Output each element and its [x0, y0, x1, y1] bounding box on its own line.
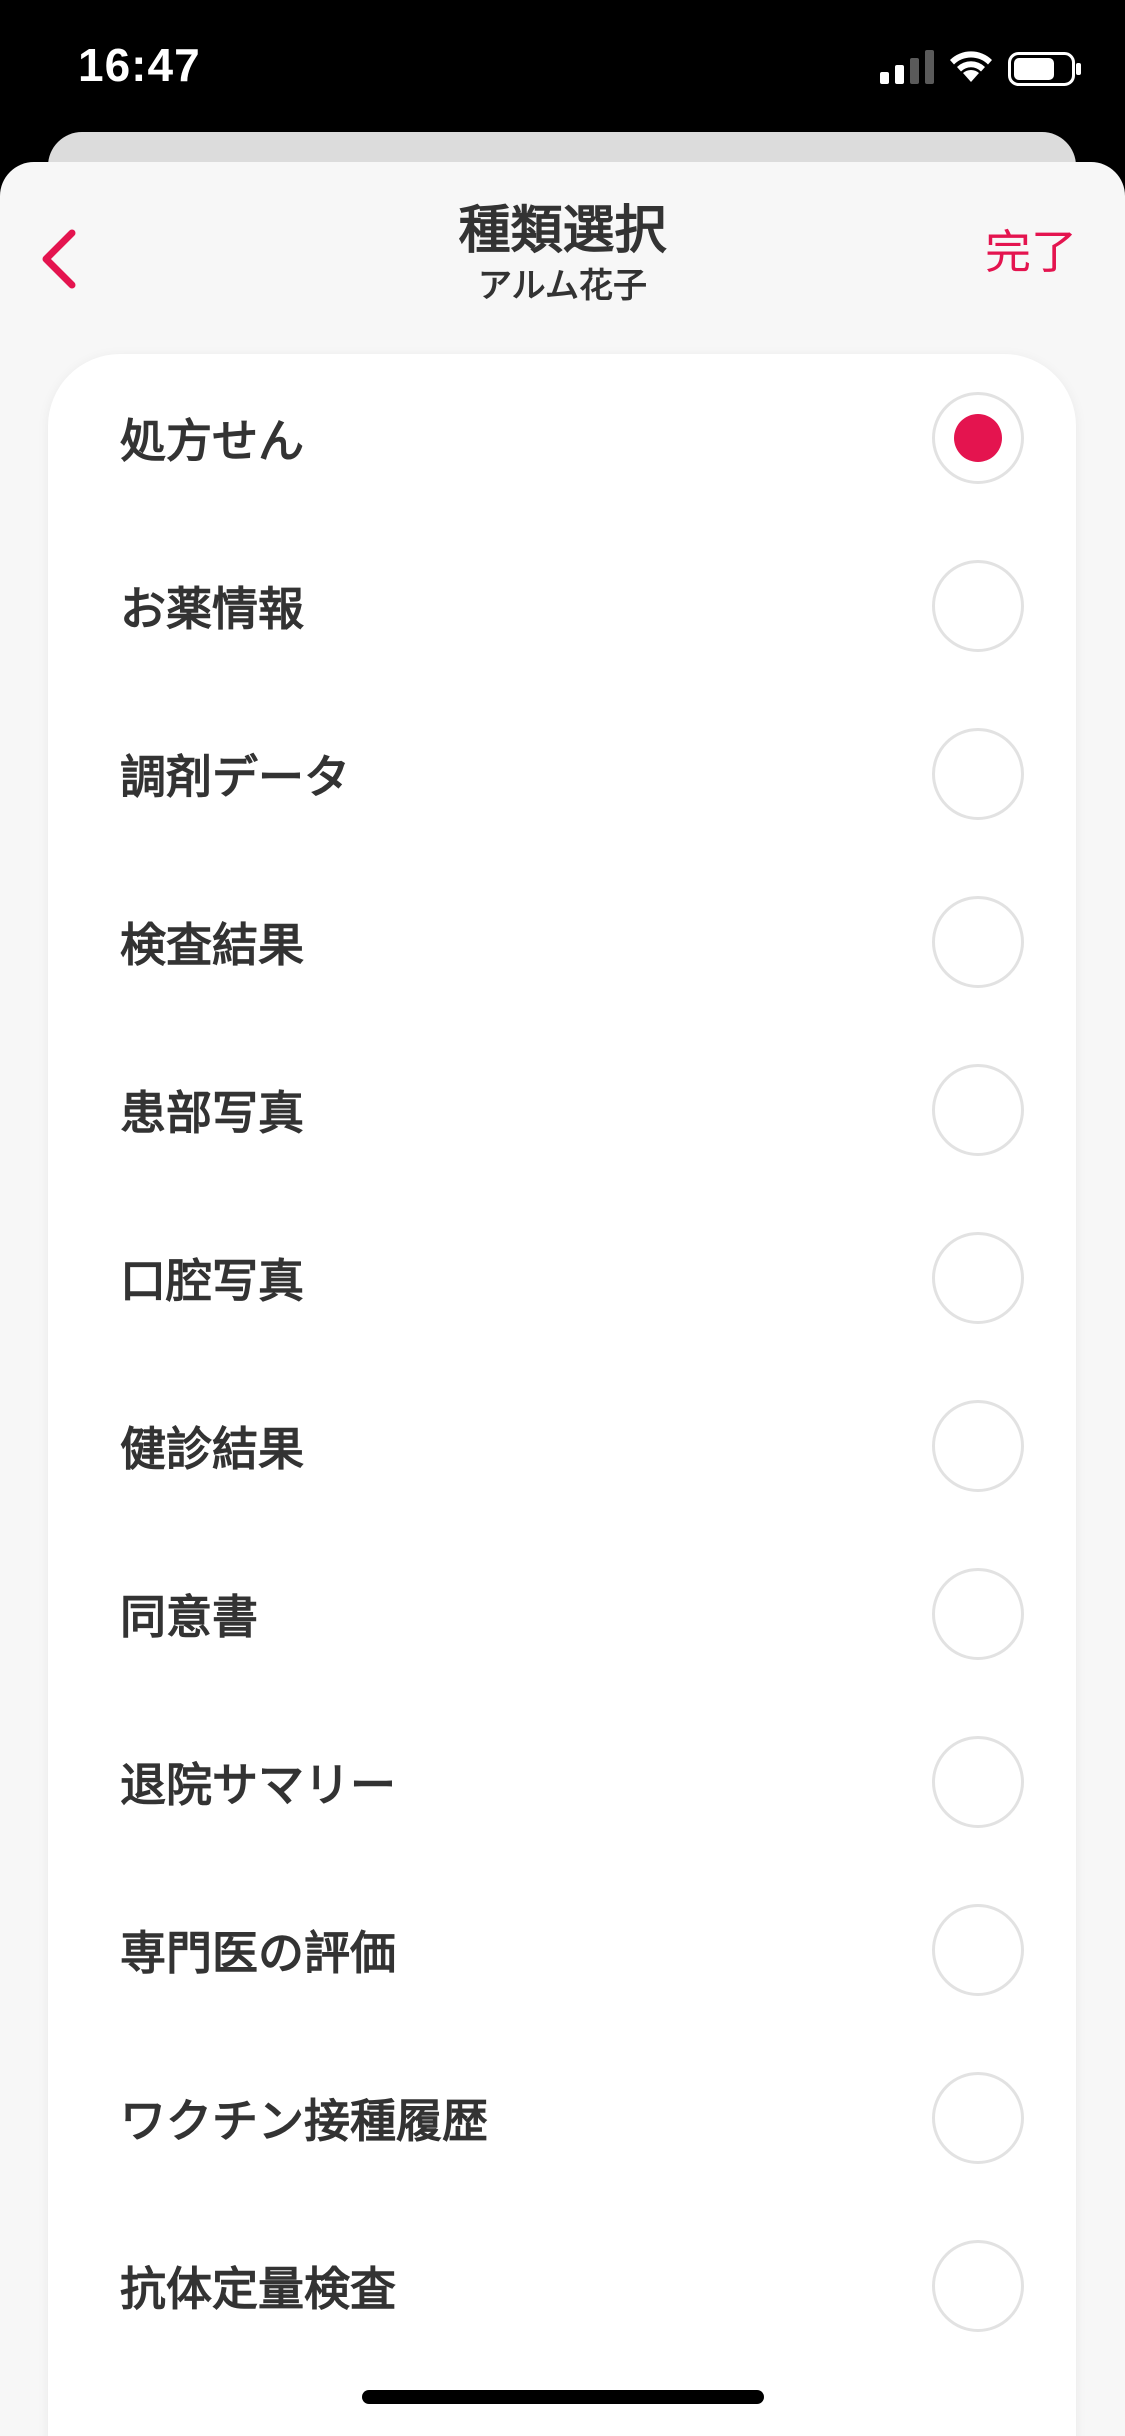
radio-button-selected[interactable]: [932, 392, 1024, 484]
option-item[interactable]: 退院サマリー: [48, 1698, 1076, 1866]
radio-button[interactable]: [932, 1400, 1024, 1492]
type-selection-sheet: 種類選択 アルム花子 完了 処方せん お薬情報 調剤データ 検査結果 患部写真 …: [0, 162, 1125, 2436]
radio-button[interactable]: [932, 1232, 1024, 1324]
radio-button[interactable]: [932, 1064, 1024, 1156]
done-button[interactable]: 完了: [985, 216, 1077, 282]
page-subtitle: アルム花子: [478, 266, 647, 306]
radio-button[interactable]: [932, 1904, 1024, 1996]
option-label: 健診結果: [120, 1422, 304, 1476]
option-label: 処方せん: [120, 414, 304, 468]
option-label: 同意書: [120, 1590, 258, 1644]
option-item[interactable]: 検査結果: [48, 858, 1076, 1026]
option-label: 抗体定量検査: [120, 2262, 396, 2316]
option-label: 患部写真: [120, 1086, 304, 1140]
option-label: 口腔写真: [120, 1254, 304, 1308]
radio-button[interactable]: [932, 2240, 1024, 2332]
screen: 16:47 種類選択 アルム花子 完了 処方せん お薬情報 調剤データ 検査結果…: [0, 0, 1125, 2436]
cellular-signal-icon: [880, 50, 934, 84]
option-item[interactable]: 健診結果: [48, 1362, 1076, 1530]
option-label: ワクチン接種履歴: [120, 2094, 488, 2148]
radio-button[interactable]: [932, 728, 1024, 820]
radio-button[interactable]: [932, 2072, 1024, 2164]
battery-icon: [1008, 52, 1081, 86]
option-item[interactable]: 同意書: [48, 1530, 1076, 1698]
option-label: 専門医の評価: [120, 1926, 396, 1980]
option-item[interactable]: ワクチン接種履歴: [48, 2034, 1076, 2202]
radio-button[interactable]: [932, 896, 1024, 988]
status-bar: 16:47: [0, 0, 1125, 130]
option-label: お薬情報: [120, 582, 304, 636]
option-label: 検査結果: [120, 918, 304, 972]
radio-button[interactable]: [932, 560, 1024, 652]
status-time: 16:47: [78, 39, 201, 91]
option-item[interactable]: 調剤データ: [48, 690, 1076, 858]
option-label: 調剤データ: [120, 750, 350, 804]
radio-selected-dot: [954, 414, 1002, 462]
option-label: 退院サマリー: [120, 1758, 396, 1812]
option-item[interactable]: 処方せん: [48, 354, 1076, 522]
option-item[interactable]: お薬情報: [48, 522, 1076, 690]
home-indicator[interactable]: [362, 2390, 764, 2404]
page-title: 種類選択: [458, 201, 667, 261]
radio-button[interactable]: [932, 1568, 1024, 1660]
option-item[interactable]: 口腔写真: [48, 1194, 1076, 1362]
option-item[interactable]: 専門医の評価: [48, 1866, 1076, 2034]
option-item[interactable]: 抗体定量検査: [48, 2202, 1076, 2370]
option-item[interactable]: 患部写真: [48, 1026, 1076, 1194]
radio-button[interactable]: [932, 1736, 1024, 1828]
wifi-icon: [950, 51, 992, 82]
type-option-list: 処方せん お薬情報 調剤データ 検査結果 患部写真 口腔写真 健診結果 同意書 …: [48, 354, 1076, 2436]
